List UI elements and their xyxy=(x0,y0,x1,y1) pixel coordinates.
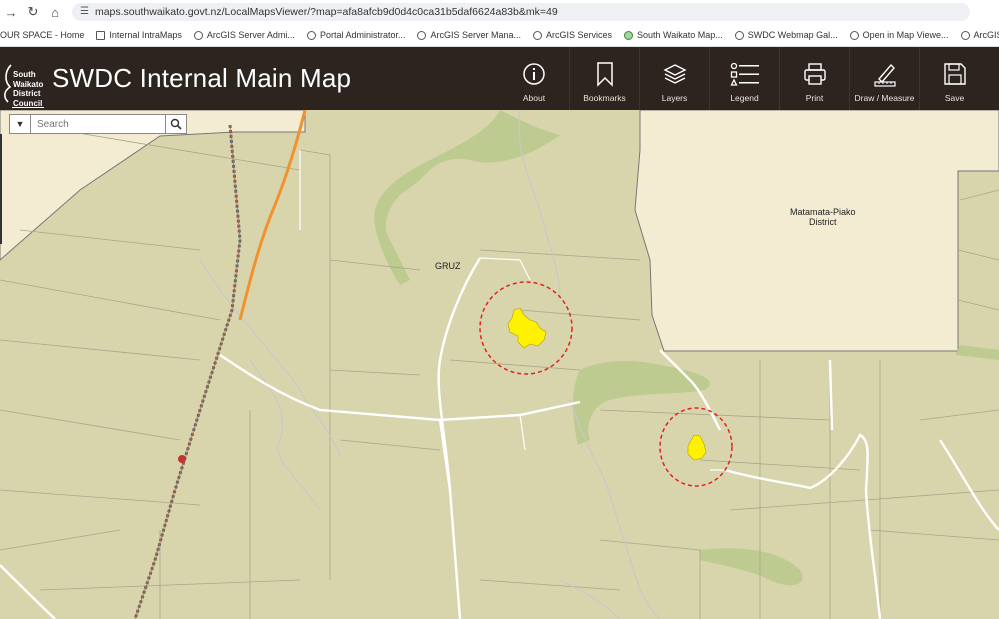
tool-bookmarks-button[interactable]: Bookmarks xyxy=(569,47,639,110)
tool-legend-label: Legend xyxy=(730,93,759,103)
logo-line: Waikato xyxy=(13,79,44,89)
council-logo: South Waikato District Council xyxy=(0,53,46,108)
search-icon xyxy=(170,118,182,130)
bookmark-item[interactable]: ArcGIS Enterprise xyxy=(960,30,999,40)
home-icon[interactable]: ⌂ xyxy=(44,0,66,24)
app-header: South Waikato District Council SWDC Inte… xyxy=(0,47,999,110)
bookmark-globe-icon xyxy=(849,30,859,40)
tool-print-label: Print xyxy=(805,93,824,103)
tool-save-label: Save xyxy=(944,93,965,103)
tool-save-button[interactable]: Save xyxy=(919,47,989,110)
map-graphics xyxy=(0,110,999,619)
bookmark-item[interactable]: ArcGIS Server Mana... xyxy=(417,30,521,40)
vegetation-area xyxy=(955,345,999,360)
bookmark-label: South Waikato Map... xyxy=(637,30,723,40)
tool-about-label: About xyxy=(522,93,546,103)
state-highway xyxy=(238,110,307,321)
tool-legend-button[interactable]: Legend xyxy=(709,47,779,110)
district-label-line: Matamata-Piako xyxy=(790,207,856,217)
railway-line xyxy=(133,124,242,619)
bookmark-label: ArcGIS Server Mana... xyxy=(430,30,522,40)
bookmark-item[interactable]: SWDC Webmap Gal... xyxy=(734,30,838,40)
tool-about-button[interactable]: About xyxy=(499,47,569,110)
bookmark-globe-icon xyxy=(193,30,203,40)
bookmark-item[interactable]: South Waikato Map... xyxy=(624,30,723,40)
bookmark-label: ArcGIS Server Admi... xyxy=(206,30,295,40)
bookmark-icon xyxy=(596,62,613,87)
search-input[interactable] xyxy=(31,115,165,133)
bookmark-label: Open in Map Viewe... xyxy=(862,30,949,40)
vegetation-area xyxy=(374,110,560,285)
tool-draw-measure-label: Draw / Measure xyxy=(854,93,915,103)
bookmark-globe-icon xyxy=(417,30,427,40)
tool-draw-measure-button[interactable]: Draw / Measure xyxy=(849,47,919,110)
tool-layers-label: Layers xyxy=(661,93,688,103)
layers-icon xyxy=(662,64,687,84)
floppy-icon xyxy=(943,63,966,85)
district-label: Matamata-Piako District xyxy=(790,207,856,227)
bookmark-label: Portal Administrator... xyxy=(319,30,406,40)
browser-toolbar: → ↻ ⌂ ☰ maps.southwaikato.govt.nz/LocalM… xyxy=(0,0,999,24)
toolbar: About Bookmarks Layers Legend Print Draw… xyxy=(499,47,989,110)
bookmark-item[interactable]: Portal Administrator... xyxy=(306,30,406,40)
forward-icon[interactable]: → xyxy=(0,0,22,24)
tool-bookmarks-label: Bookmarks xyxy=(583,93,626,103)
map-controls-edge[interactable] xyxy=(0,134,2,244)
reload-icon[interactable]: ↻ xyxy=(22,0,44,24)
highlighted-parcel xyxy=(507,307,547,349)
zone-label: GRUZ xyxy=(435,261,461,271)
council-logo-text: South Waikato District Council xyxy=(13,70,43,108)
legend-icon xyxy=(729,62,759,86)
neighbour-district-area xyxy=(634,110,999,352)
bookmark-green-icon xyxy=(624,30,634,40)
search-button[interactable] xyxy=(165,115,186,133)
district-label-line: District xyxy=(809,217,837,227)
bookmark-item[interactable]: Internal IntraMaps xyxy=(96,30,182,40)
map-canvas[interactable]: ▼ Matamata-Piako District GRUZ xyxy=(0,110,999,619)
bookmark-item[interactable]: OUR SPACE - Home xyxy=(0,30,84,40)
search-bar: ▼ xyxy=(9,114,187,134)
bookmarks-bar: OUR SPACE - Home Internal IntraMaps ArcGIS… xyxy=(0,24,999,47)
site-settings-icon[interactable]: ☰ xyxy=(80,3,89,21)
bookmark-label: SWDC Webmap Gal... xyxy=(747,30,838,40)
logo-line: District xyxy=(13,89,41,98)
streams xyxy=(199,110,661,619)
logo-underline xyxy=(12,107,44,108)
search-dropdown-chevron-icon[interactable]: ▼ xyxy=(10,115,31,133)
bookmark-globe-icon xyxy=(960,30,970,40)
printer-icon xyxy=(803,63,826,85)
rail-crossing-marker xyxy=(178,455,186,463)
bookmark-item[interactable]: ArcGIS Server Admi... xyxy=(193,30,295,40)
bookmark-item[interactable]: Open in Map Viewe... xyxy=(849,30,949,40)
logo-line: South xyxy=(13,70,36,79)
council-logo-mark-icon xyxy=(4,64,12,103)
bookmark-globe-icon xyxy=(306,30,316,40)
highlighted-parcel xyxy=(687,434,707,461)
bookmark-globe-icon xyxy=(734,30,744,40)
page-title: SWDC Internal Main Map xyxy=(52,63,352,93)
address-bar[interactable]: ☰ maps.southwaikato.govt.nz/LocalMapsVie… xyxy=(72,3,970,21)
tool-print-button[interactable]: Print xyxy=(779,47,849,110)
bookmark-item[interactable]: ArcGIS Services xyxy=(533,30,612,40)
bookmark-label: OUR SPACE - Home xyxy=(0,30,85,40)
bookmark-label: ArcGIS Enterprise xyxy=(973,30,999,40)
ruler-pencil-icon xyxy=(873,63,896,87)
info-icon xyxy=(523,63,545,85)
vegetation-area xyxy=(573,360,710,445)
vegetation-area xyxy=(700,548,803,586)
bookmark-label: ArcGIS Services xyxy=(546,30,613,40)
bookmark-stack-icon xyxy=(96,30,106,40)
bookmark-globe-icon xyxy=(533,30,543,40)
bookmark-label: Internal IntraMaps xyxy=(109,30,182,40)
url-text: maps.southwaikato.govt.nz/LocalMapsViewe… xyxy=(94,6,558,18)
tool-layers-button[interactable]: Layers xyxy=(639,47,709,110)
